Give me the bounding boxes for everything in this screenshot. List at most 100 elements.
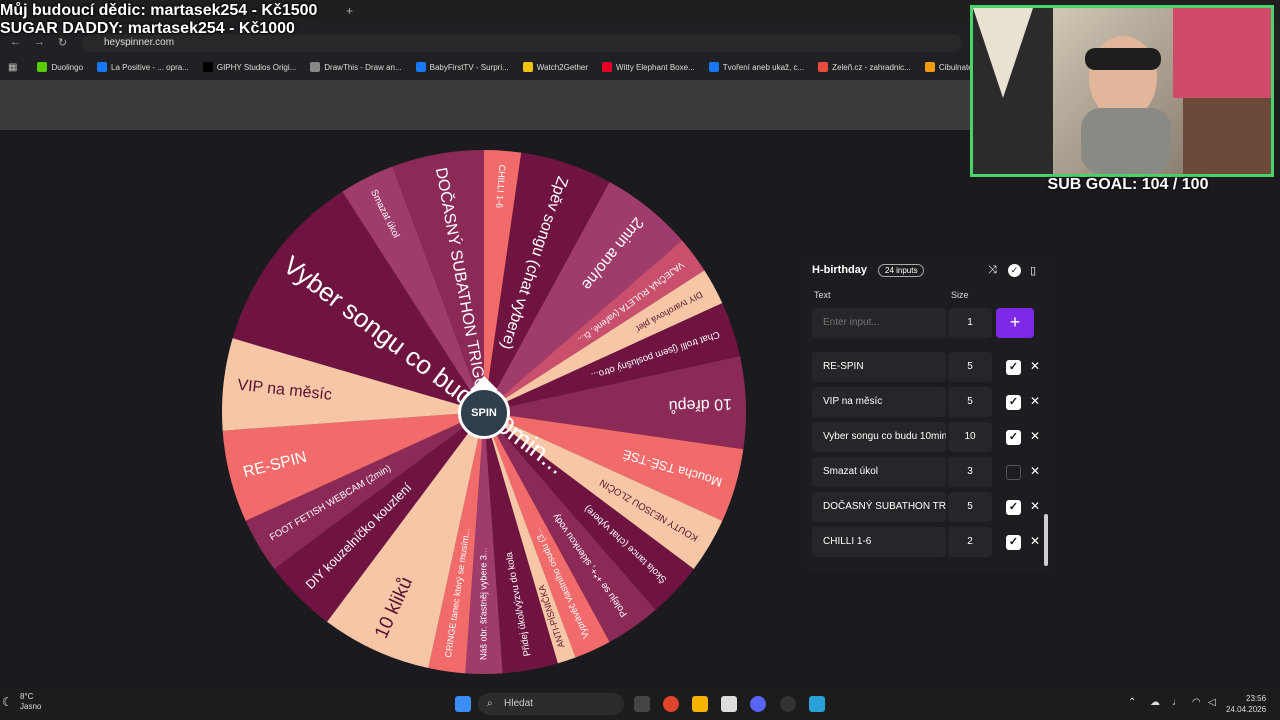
weather-moon-icon: ☾ [2,695,13,709]
bookmark-favicon-icon [708,62,719,72]
input-text-field[interactable]: DOČASNÝ SUBATHON TRIGG [812,492,946,522]
column-header-size: Size [951,290,969,300]
delete-icon[interactable]: ✕ [1030,394,1040,408]
bookmark-favicon-icon [415,62,426,72]
taskbar-clock[interactable]: 23:56 24.04.2026 [1226,693,1266,715]
delete-icon[interactable]: ✕ [1030,359,1040,373]
weather-widget[interactable]: 8°C Jasno [20,692,41,712]
mic-icon[interactable]: ♩ [1172,697,1182,708]
apps-grid-icon[interactable]: ▦ [8,62,17,73]
wheel-segment-label: Náš obr. šťastněj vybere 3... [478,548,488,660]
bookmark-favicon-icon [97,62,108,72]
spin-button[interactable]: SPIN [458,387,510,439]
file-explorer-icon[interactable] [692,696,708,712]
bookmark-favicon-icon [202,62,213,72]
input-text-field[interactable]: Vyber songu co budu 10min [812,422,946,452]
task-view-icon[interactable] [634,696,650,712]
input-text-field[interactable]: RE-SPIN [812,352,946,382]
inputs-count-badge: 24 inputs [878,264,925,277]
obs-icon[interactable] [780,696,796,712]
taskbar-search[interactable]: ⌕ Hledat [478,693,624,715]
bookmark-item[interactable]: La Positive - ... opra... [91,62,195,72]
discord-icon[interactable] [750,696,766,712]
bookmark-item[interactable]: Duolingo [31,62,89,72]
windows-start-icon[interactable] [455,696,471,712]
volume-icon[interactable]: ◁ [1208,697,1216,708]
overlay-donor-line: Můj budoucí dědic: martasek254 - Kč1500 [0,2,318,19]
overlay-sugar-daddy-line: SUGAR DADDY: martasek254 - Kč1000 [0,20,295,37]
wheel-inputs-panel: H-birthday 24 inputs ⤨ ✓ ▯ Text Size 1 +… [806,256,1054,572]
bookmark-item[interactable]: GIPHY Studios Origi... [197,62,302,72]
delete-icon[interactable]: ✕ [1030,464,1040,478]
input-size-field[interactable]: 5 [948,387,992,417]
include-checkbox[interactable]: ✓ [1006,500,1021,515]
delete-icon[interactable]: ✕ [1030,534,1040,548]
panel-scrollbar[interactable] [1044,514,1048,566]
webcam-feed [970,5,1274,177]
input-row: DOČASNÝ SUBATHON TRIGG5 ✓ ✕ [812,492,1044,522]
input-row: CHILLI 1-6 2 ✓ ✕ [812,527,1044,557]
include-checkbox[interactable]: ✓ [1006,430,1021,445]
bookmark-favicon-icon [818,62,829,72]
delete-icon[interactable]: ✕ [1030,499,1040,513]
column-header-text: Text [814,290,831,300]
input-size-field[interactable]: 5 [948,352,992,382]
wifi-icon[interactable]: ◠ [1192,697,1201,708]
bookmark-favicon-icon [310,62,321,72]
chrome-icon[interactable] [663,696,679,712]
url-text: heyspinner.com [104,37,175,48]
wheel-title: H-birthday [812,264,867,276]
include-checkbox[interactable]: ✓ [1006,360,1021,375]
input-text-field[interactable]: CHILLI 1-6 [812,527,946,557]
bookmark-label: Witty Elephant Boxe... [616,62,695,72]
input-row: VIP na měsíc 5 ✓ ✕ [812,387,1044,417]
bookmark-item[interactable]: DrawThis - Draw an... [304,62,407,72]
input-row: Smazat úkol 3 ✕ [812,457,1044,487]
include-checkbox[interactable]: ✓ [1006,395,1021,410]
check-all-icon[interactable]: ✓ [1008,264,1021,277]
taskbar: ☾ 8°C Jasno ⌕ Hledat ⌃ ☁ ♩ ◠ ◁ 23:56 24.… [0,688,1280,720]
webcam-image [973,8,1271,174]
new-tab-button[interactable]: + [346,4,353,18]
bookmark-favicon-icon [37,62,48,72]
bookmark-label: La Positive - ... opra... [111,62,189,72]
notepad-icon[interactable] [809,696,825,712]
input-text-field[interactable]: VIP na měsíc [812,387,946,417]
new-size-field[interactable]: 1 [948,308,992,338]
bookmark-item[interactable]: BabyFirstTV - Surpri... [410,62,515,72]
input-size-field[interactable]: 3 [948,457,992,487]
bookmark-label: BabyFirstTV - Surpri... [429,62,509,72]
input-row: Vyber songu co budu 10min 10 ✓ ✕ [812,422,1044,452]
add-input-button[interactable]: + [996,308,1034,338]
bookmark-item[interactable]: Witty Elephant Boxe... [596,62,701,72]
trash-icon[interactable]: ▯ [1030,264,1036,277]
weather-desc: Jasno [20,702,42,711]
search-icon: ⌕ [487,698,493,709]
input-size-field[interactable]: 10 [948,422,992,452]
clock-date: 24.04.2026 [1226,705,1267,714]
input-text-field[interactable]: Smazat úkol [812,457,946,487]
delete-icon[interactable]: ✕ [1030,429,1040,443]
notion-icon[interactable] [721,696,737,712]
shuffle-icon[interactable]: ⤨ [988,264,997,277]
network-icon[interactable]: ☁ [1150,697,1160,708]
bookmark-favicon-icon [924,62,935,72]
bookmarks-bar: ▦ Duolingo La Positive - ... opra... GIPHY… [0,58,980,76]
input-size-field[interactable]: 2 [948,527,992,557]
tray-chevron-icon[interactable]: ⌃ [1128,697,1136,708]
include-checkbox[interactable]: ✓ [1006,535,1021,550]
weather-temp: 8°C [20,692,34,701]
bookmark-item[interactable]: Watch2Gether [517,62,594,72]
input-size-field[interactable]: 5 [948,492,992,522]
new-input-field[interactable] [812,308,946,338]
search-placeholder: Hledat [504,698,533,709]
bookmark-item[interactable]: Tvoření aneb ukaž, c... [703,62,810,72]
bookmark-label: Watch2Gether [536,62,589,72]
include-checkbox[interactable] [1006,465,1021,480]
bookmark-label: DrawThis - Draw an... [324,62,402,72]
bookmark-favicon-icon [522,62,533,72]
bookmark-label: Duolingo [51,62,84,72]
input-row: RE-SPIN 5 ✓ ✕ [812,352,1044,382]
bookmark-item[interactable]: Zeleň.cz - zahradnic... [812,62,917,72]
sub-goal-counter: SUB GOAL: 104 / 100 [1047,176,1209,193]
